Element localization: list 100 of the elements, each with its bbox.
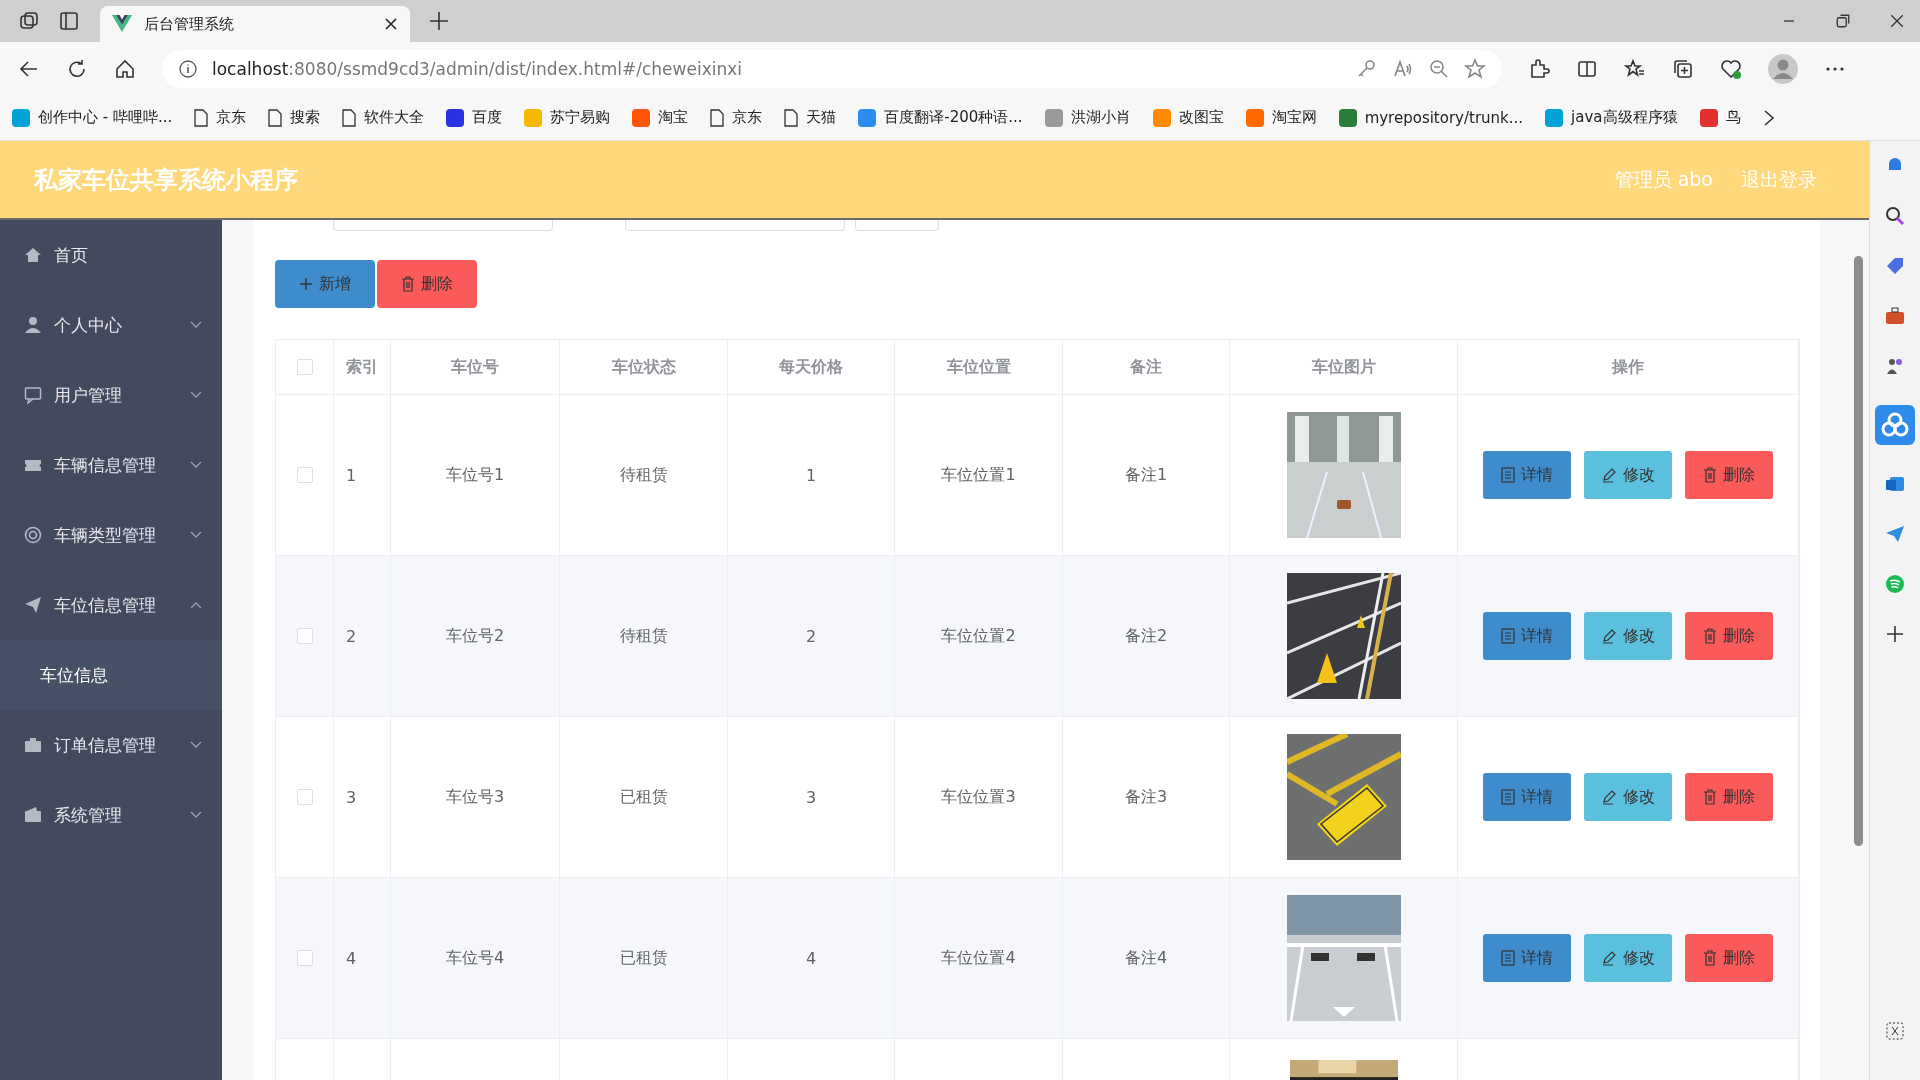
- close-icon[interactable]: [1888, 12, 1906, 30]
- health-icon[interactable]: [1720, 57, 1742, 80]
- delete-button[interactable]: 删除: [1685, 612, 1773, 660]
- table-cell: 1: [728, 395, 895, 555]
- toolbox-icon[interactable]: [1884, 305, 1906, 327]
- workspaces-icon[interactable]: [18, 10, 40, 32]
- checkbox[interactable]: [296, 950, 313, 966]
- checkbox[interactable]: [296, 628, 313, 644]
- table-cell: 3: [334, 717, 391, 877]
- plus-icon[interactable]: [1884, 623, 1906, 645]
- cloud-icon[interactable]: [1875, 405, 1915, 445]
- details-button[interactable]: 详情: [1483, 934, 1571, 982]
- scrollbar-thumb[interactable]: [1854, 256, 1863, 846]
- bookmark[interactable]: 鸟: [1699, 108, 1741, 127]
- table-cell: 4: [728, 878, 895, 1038]
- home-icon: [24, 246, 42, 264]
- table-cell: 备注3: [1063, 717, 1230, 877]
- details-button[interactable]: 详情: [1483, 451, 1571, 499]
- details-button[interactable]: 详情: [1483, 612, 1571, 660]
- bookmark[interactable]: java高级程序猿: [1545, 108, 1678, 127]
- bookmark[interactable]: 百度翻译-200种语...: [858, 108, 1023, 127]
- table-cell: 4: [334, 878, 391, 1038]
- bookmark[interactable]: 创作中心 - 哔哩哔...: [12, 108, 173, 127]
- bookmark[interactable]: 淘宝: [632, 108, 689, 127]
- delete-button[interactable]: 删除: [1685, 773, 1773, 821]
- column-header: 备注: [1063, 340, 1230, 394]
- music-icon[interactable]: [1884, 573, 1906, 595]
- zoom-out-icon[interactable]: [1428, 57, 1450, 80]
- bookmark[interactable]: 改图宝: [1152, 108, 1224, 127]
- checkbox[interactable]: [296, 467, 313, 483]
- menu-item[interactable]: 车辆信息管理: [0, 430, 222, 500]
- delete-button[interactable]: 删除: [1685, 934, 1773, 982]
- column-header: 索引: [334, 340, 391, 394]
- plus-icon: [299, 277, 313, 291]
- menu-item[interactable]: 订单信息管理: [0, 710, 222, 780]
- tab-actions-icon[interactable]: [58, 10, 80, 32]
- search-field[interactable]: [333, 220, 553, 231]
- bookmark[interactable]: 京东: [710, 108, 763, 127]
- details-button[interactable]: 详情: [1483, 773, 1571, 821]
- browser-tab[interactable]: 后台管理系统: [100, 6, 410, 42]
- menu-item[interactable]: 车辆类型管理: [0, 500, 222, 570]
- new-tab-icon[interactable]: [428, 10, 450, 32]
- edit-button[interactable]: 修改: [1584, 934, 1672, 982]
- table-cell: 车位号1: [391, 395, 560, 555]
- edit-button[interactable]: 修改: [1584, 451, 1672, 499]
- collections-icon[interactable]: [1672, 57, 1694, 80]
- chat-icon: [24, 386, 42, 404]
- avatar-icon[interactable]: [1768, 53, 1798, 84]
- edit-button[interactable]: 修改: [1584, 773, 1672, 821]
- menu-item[interactable]: 个人中心: [0, 290, 222, 360]
- menu-item[interactable]: 系统管理: [0, 780, 222, 850]
- add-button[interactable]: 新增: [275, 260, 375, 308]
- document-icon: [1501, 628, 1515, 644]
- delete-button[interactable]: 删除: [377, 260, 477, 308]
- menu-item[interactable]: 首页: [0, 220, 222, 290]
- table-cell: 车位位置4: [895, 878, 1063, 1038]
- table-cell: 车位位置2: [895, 556, 1063, 716]
- bookmark[interactable]: 百度: [446, 108, 503, 127]
- screenshot-icon[interactable]: [1884, 1020, 1906, 1042]
- document-icon: [1501, 467, 1515, 483]
- restore-icon[interactable]: [1834, 12, 1852, 30]
- close-icon[interactable]: [384, 17, 398, 31]
- favorites-icon[interactable]: [1624, 57, 1646, 80]
- logo-icon: [112, 15, 132, 33]
- table-cell: 待租赁: [560, 556, 728, 716]
- checkbox[interactable]: [296, 359, 313, 375]
- bookmark[interactable]: 天猫: [784, 108, 837, 127]
- column-header: 车位位置: [895, 340, 1063, 394]
- pencil-icon: [1601, 789, 1617, 805]
- bookmark[interactable]: 软件大全: [342, 108, 425, 127]
- chevron-right-icon[interactable]: [1762, 108, 1775, 127]
- column-header: 车位号: [391, 340, 560, 394]
- page-icon: [342, 108, 357, 127]
- column-header: 每天价格: [728, 340, 895, 394]
- submenu-item[interactable]: 车位信息: [0, 640, 222, 710]
- bookmark[interactable]: 苏宁易购: [524, 108, 611, 127]
- table-cell: 已租赁: [560, 717, 728, 877]
- address-bar[interactable]: localhost:8080/ssmd9cd3/admin/dist/index.html#/cheweixinxi: [162, 49, 1502, 88]
- menu-item[interactable]: 用户管理: [0, 360, 222, 430]
- bookmark[interactable]: 洪湖小肖: [1044, 108, 1131, 127]
- bookmark[interactable]: 搜索: [268, 108, 321, 127]
- bookmark[interactable]: 京东: [194, 108, 247, 127]
- home-icon[interactable]: [114, 57, 136, 80]
- table-cell: 车位号3: [391, 717, 560, 877]
- delete-button[interactable]: 删除: [1685, 451, 1773, 499]
- extensions-icon[interactable]: [1528, 57, 1550, 80]
- trash-icon: [401, 276, 415, 292]
- edit-button[interactable]: 修改: [1584, 612, 1672, 660]
- menu-item[interactable]: 车位信息管理: [0, 570, 222, 640]
- bookmark[interactable]: myrepository/trunk...: [1338, 108, 1524, 127]
- table-cell: 车位位置3: [895, 717, 1063, 877]
- table-cell: 1: [334, 395, 391, 555]
- checkbox[interactable]: [296, 789, 313, 805]
- bookmark[interactable]: 淘宝网: [1245, 108, 1317, 127]
- pencil-icon: [1601, 467, 1617, 483]
- refresh-icon[interactable]: [66, 57, 88, 80]
- table-cell: 备注2: [1063, 556, 1230, 716]
- search-field[interactable]: [625, 220, 845, 231]
- search-icon[interactable]: [1884, 205, 1906, 227]
- star-icon[interactable]: [1464, 57, 1486, 80]
